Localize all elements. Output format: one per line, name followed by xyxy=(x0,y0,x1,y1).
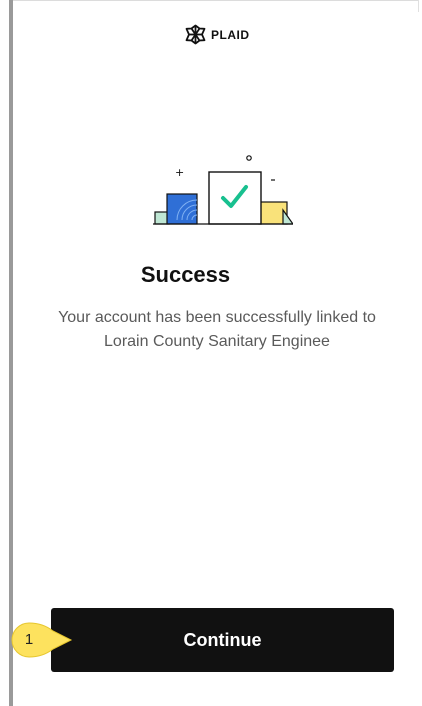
svg-text:+: + xyxy=(175,166,184,179)
success-message: Your account has been successfully linke… xyxy=(58,309,376,350)
plaid-logo-icon xyxy=(185,24,206,45)
window-right-border xyxy=(418,0,419,12)
window-left-edge xyxy=(0,0,13,706)
step-marker-number: 1 xyxy=(24,631,34,648)
plaid-success-panel: PLAID + Success Your account has been su… xyxy=(13,0,418,706)
plaid-brand: PLAID xyxy=(185,24,250,45)
success-illustration: + xyxy=(153,148,295,235)
step-marker: 1 xyxy=(9,620,73,660)
success-title: Success xyxy=(140,262,231,287)
continue-button[interactable]: Continue xyxy=(51,608,394,672)
plaid-brand-name: PLAID xyxy=(211,27,250,42)
